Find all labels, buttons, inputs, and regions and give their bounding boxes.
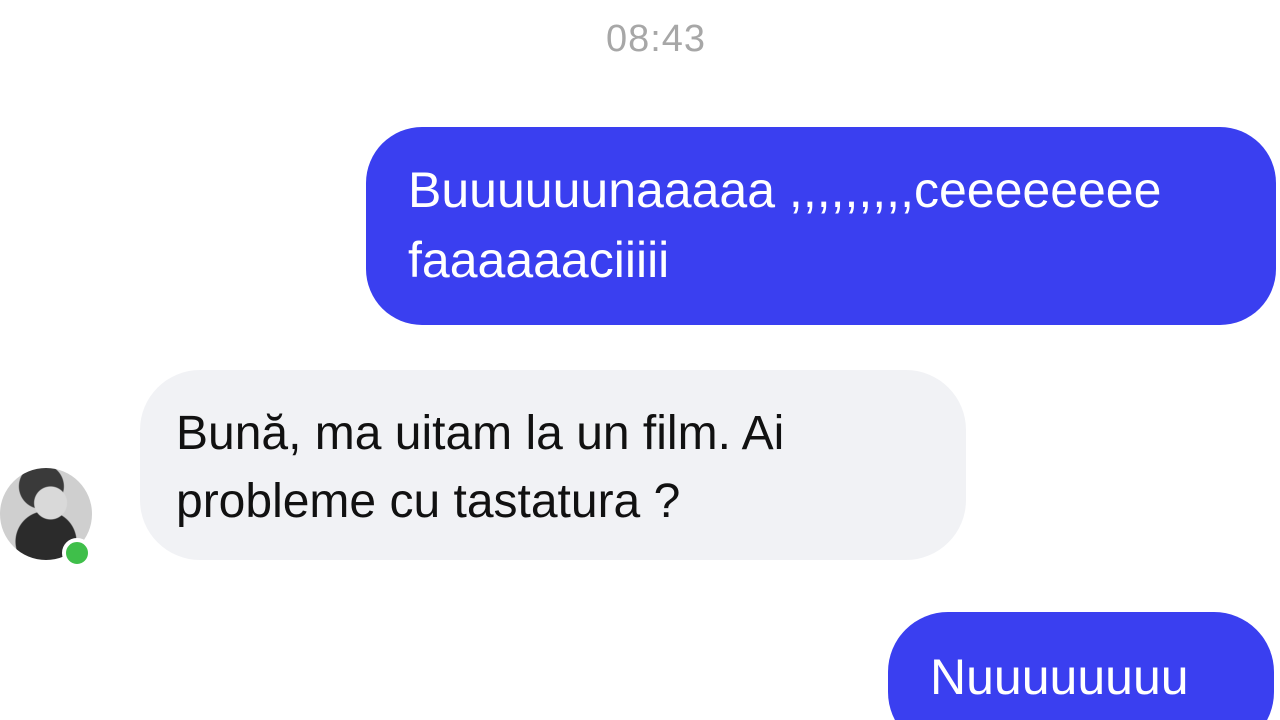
message-text: Buuuuuunaaaaa ,,,,,,,,,ceeeeeeee faaaaaa… (408, 162, 1162, 288)
chat-conversation: 08:43 Buuuuuunaaaaa ,,,,,,,,,ceeeeeeee f… (0, 0, 1280, 720)
sent-message-bubble[interactable]: Nuuuuuuuu (888, 612, 1274, 720)
message-text: Bună, ma uitam la un film. Ai probleme c… (176, 407, 785, 528)
received-message-bubble[interactable]: Bună, ma uitam la un film. Ai probleme c… (140, 370, 966, 560)
message-text: Nuuuuuuuu (930, 649, 1189, 705)
sent-message-bubble[interactable]: Buuuuuunaaaaa ,,,,,,,,,ceeeeeeee faaaaaa… (366, 127, 1276, 325)
online-status-icon (62, 538, 92, 568)
message-timestamp: 08:43 (605, 18, 707, 60)
